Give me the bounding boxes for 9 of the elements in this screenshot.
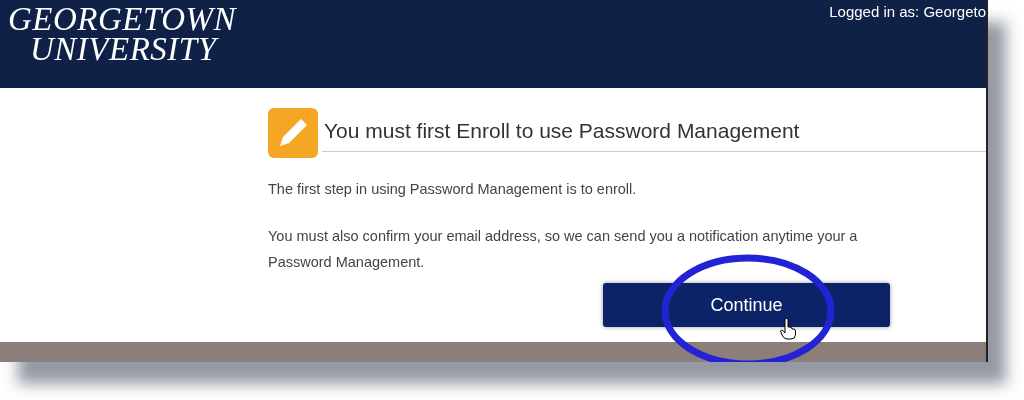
continue-button[interactable]: Continue (603, 283, 890, 327)
login-status: Logged in as: Georgeto (829, 2, 986, 20)
notice-paragraph: The first step in using Password Management is to enroll. (268, 180, 638, 199)
pencil-icon (268, 108, 318, 158)
notice-heading: You must first Enroll to use Password Management (322, 114, 986, 152)
hand-cursor-icon (780, 318, 796, 340)
university-logo-text: UNIVERSITY (29, 34, 220, 64)
university-logo-text: GEORGETOWN (8, 4, 237, 34)
notice-paragraph: You must also confirm your email address, so we can send you a notification anytime your a Password Management. (268, 227, 859, 272)
